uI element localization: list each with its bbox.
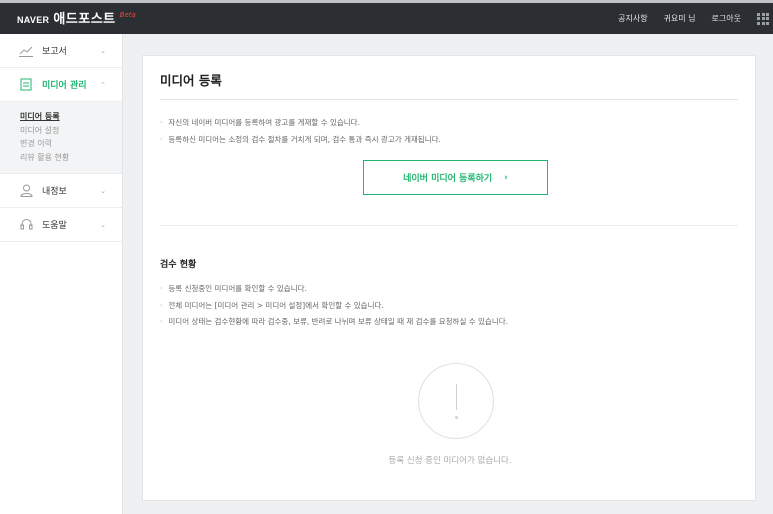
note-item: 미디어 상태는 검수현황에 따라 검수중, 보류, 반려로 나뉘며 보류 상태일… [160, 314, 508, 331]
chevron-down-icon: ⌄ [100, 186, 106, 195]
divider [160, 99, 738, 100]
submenu-media: 미디어 등록 미디어 설정 변경 이력 리뷰 활용 현황 [0, 102, 122, 174]
note-item: 등록하신 미디어는 소정의 검수 절차를 거치게 되며, 검수 통과 즉시 광고… [160, 132, 441, 149]
submenu-item-change-history[interactable]: 변경 이력 [20, 137, 122, 151]
chevron-up-icon: ⌃ [100, 80, 106, 89]
app-grid-icon[interactable] [757, 12, 769, 25]
chevron-down-icon: ⌄ [100, 220, 106, 229]
submenu-item-media-settings[interactable]: 미디어 설정 [20, 124, 122, 138]
sidebar-item-report[interactable]: 보고서 ⌄ [0, 34, 122, 68]
logout-link[interactable]: 로그아웃 [712, 13, 741, 24]
register-media-button[interactable]: 네이버 미디어 등록하기 › [363, 160, 548, 195]
top-nav: 공지사항 귀요미 님 로그아웃 [618, 3, 773, 34]
user-name-link[interactable]: 귀요미 님 [664, 13, 696, 24]
sidebar-item-label: 도움말 [42, 221, 67, 231]
logo[interactable]: NAVER 애드포스트 Beta [17, 8, 136, 27]
headset-icon [18, 218, 34, 232]
note-item: 전체 미디어는 [미디어 관리 > 미디어 설정]에서 확인할 수 있습니다. [160, 298, 508, 315]
note-item: 자신의 네이버 미디어를 등록하여 광고를 게재할 수 있습니다. [160, 115, 441, 132]
naver-brand: NAVER [17, 15, 50, 25]
page-title: 미디어 등록 [160, 73, 222, 88]
submenu-item-review-usage[interactable]: 리뷰 활용 현황 [20, 151, 122, 165]
submenu-item-media-register[interactable]: 미디어 등록 [20, 110, 122, 124]
media-icon [18, 78, 34, 92]
service-name: 애드포스트 [53, 12, 116, 27]
register-notes: 자신의 네이버 미디어를 등록하여 광고를 게재할 수 있습니다. 등록하신 미… [160, 115, 441, 148]
top-bar: NAVER 애드포스트 Beta 공지사항 귀요미 님 로그아웃 [0, 0, 773, 34]
sidebar: 보고서 ⌄ 미디어 관리 ⌃ 미디어 등록 미디어 설정 변경 이력 리뷰 활용… [0, 34, 123, 514]
sidebar-item-media-management[interactable]: 미디어 관리 ⌃ [0, 68, 122, 102]
note-item: 등록 신청중인 미디어를 확인할 수 있습니다. [160, 281, 508, 298]
divider [160, 225, 738, 226]
chevron-right-icon: › [504, 172, 508, 183]
review-status-title: 검수 현황 [160, 260, 197, 270]
review-notes: 등록 신청중인 미디어를 확인할 수 있습니다. 전체 미디어는 [미디어 관리… [160, 281, 508, 331]
user-icon [18, 184, 34, 198]
exclamation-icon [418, 363, 494, 439]
empty-state-message: 등록 신청 중인 미디어가 없습니다. [388, 456, 512, 466]
chart-line-icon [18, 44, 34, 58]
beta-badge: Beta [119, 11, 136, 19]
sidebar-item-my-info[interactable]: 내정보 ⌄ [0, 174, 122, 208]
notice-link[interactable]: 공지사항 [618, 13, 647, 24]
sidebar-item-label: 보고서 [42, 47, 67, 57]
chevron-down-icon: ⌄ [100, 46, 106, 55]
register-button-label: 네이버 미디어 등록하기 [403, 174, 493, 184]
sidebar-item-label: 내정보 [42, 187, 67, 197]
sidebar-item-help[interactable]: 도움말 ⌄ [0, 208, 122, 242]
sidebar-item-label: 미디어 관리 [42, 81, 87, 91]
main-content: 미디어 등록 자신의 네이버 미디어를 등록하여 광고를 게재할 수 있습니다.… [142, 55, 756, 501]
